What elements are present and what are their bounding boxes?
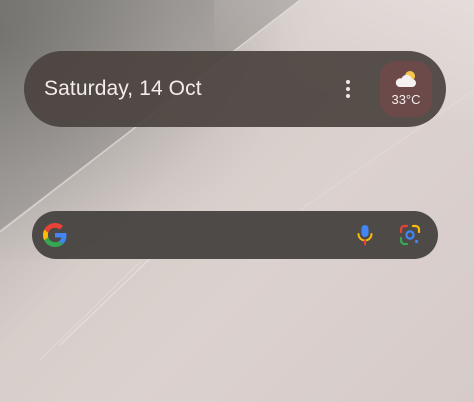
microphone-icon[interactable] xyxy=(354,223,376,247)
weather-button[interactable]: 33°C xyxy=(380,61,432,117)
google-lens-icon[interactable] xyxy=(398,223,422,247)
more-vert-icon-dot xyxy=(346,87,350,91)
temperature-label: 33°C xyxy=(391,92,421,107)
date-label[interactable]: Saturday, 14 Oct xyxy=(44,51,202,127)
google-g-icon xyxy=(43,223,67,247)
date-weather-widget[interactable]: Saturday, 14 Oct 33°C xyxy=(24,51,446,127)
more-vert-icon xyxy=(346,80,350,84)
more-options-button[interactable] xyxy=(340,76,356,102)
cloud-sun-icon xyxy=(395,71,416,87)
more-vert-icon-dot xyxy=(346,94,350,98)
google-search-bar[interactable] xyxy=(32,211,438,259)
